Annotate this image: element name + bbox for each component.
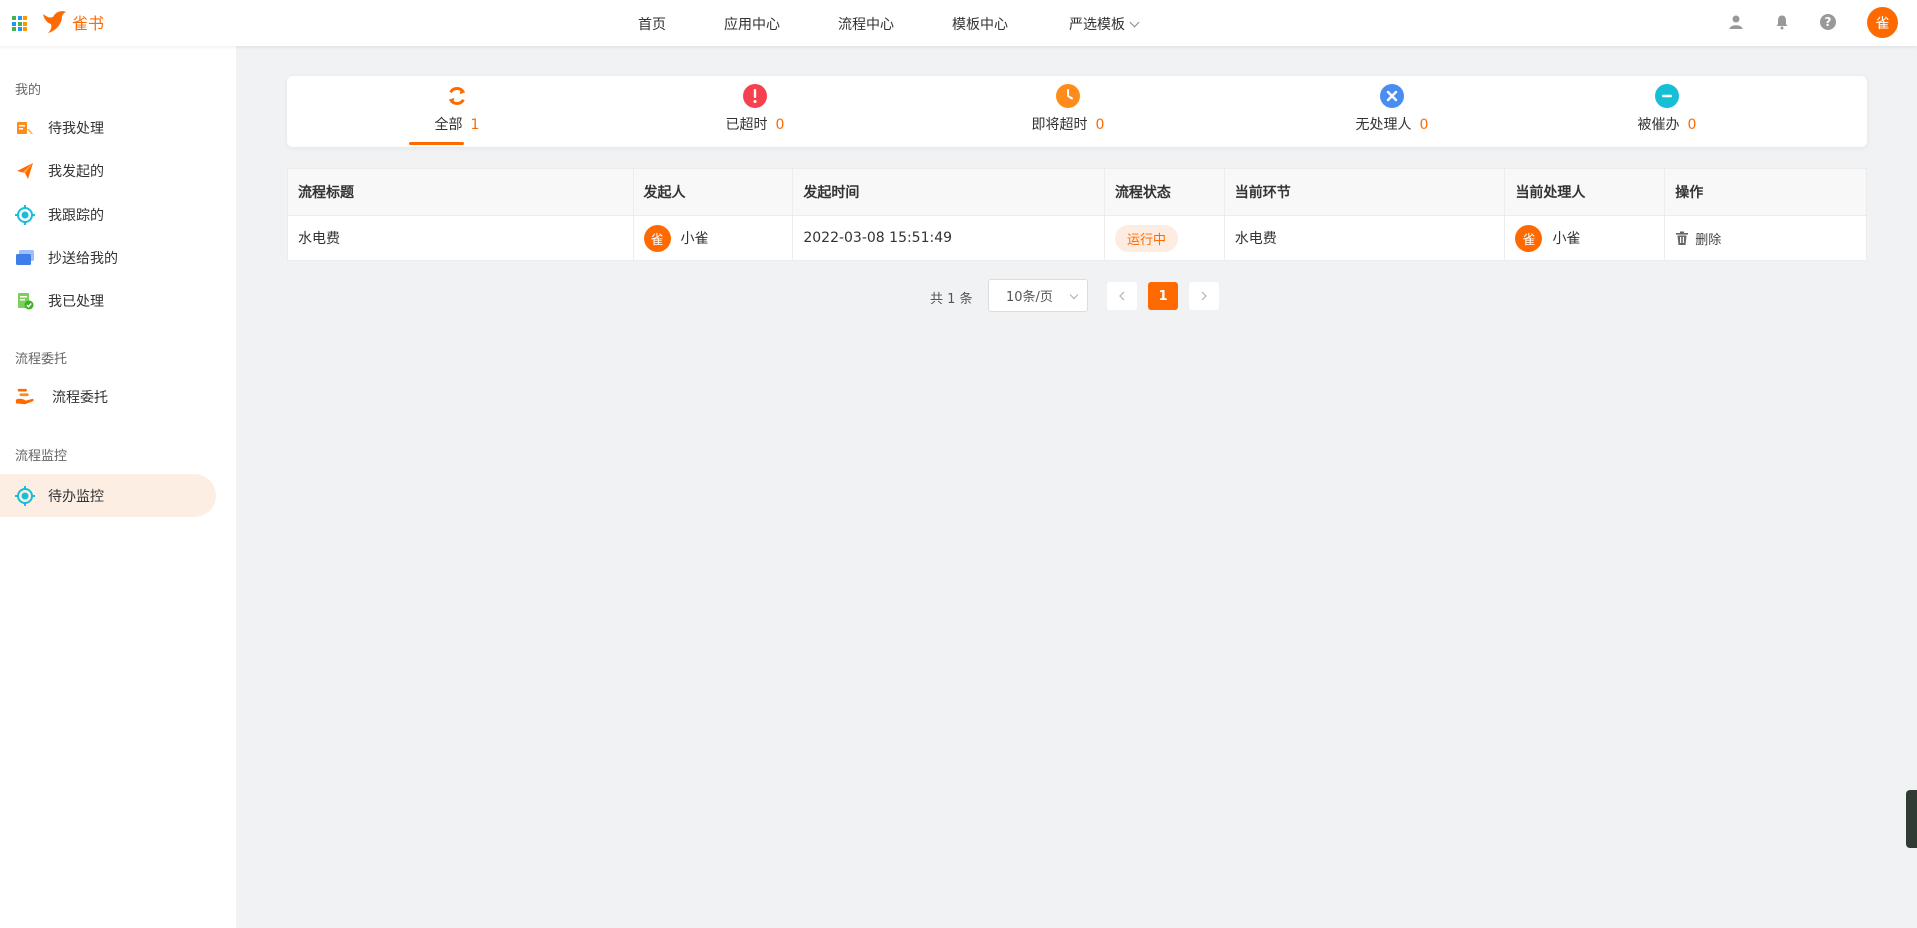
status-tabs: 全部 1 已超时 0 即将超时 0 无处理人 0 被催办 0 bbox=[287, 76, 1867, 147]
chevron-right-icon bbox=[1201, 291, 1207, 301]
handler-name: 小雀 bbox=[1552, 231, 1581, 247]
app-logo[interactable]: 雀书 bbox=[40, 6, 104, 38]
send-icon bbox=[15, 161, 35, 181]
help-icon[interactable]: ? bbox=[1818, 12, 1838, 32]
chevron-down-icon bbox=[1129, 17, 1140, 28]
column-header: 发起时间 bbox=[793, 169, 1105, 215]
cc-icon bbox=[15, 248, 35, 268]
sidebar: 我的 待我处理 我发起的 我跟踪的 抄送给我的 我已处理 流程委托 流程委托 流… bbox=[0, 46, 236, 928]
page-button-current[interactable]: 1 bbox=[1148, 282, 1178, 310]
sidebar-item-tracked[interactable]: 我跟踪的 bbox=[0, 193, 216, 236]
start-time: 2022-03-08 15:51:49 bbox=[793, 216, 1105, 260]
refresh-icon bbox=[445, 84, 469, 108]
status-badge: 运行中 bbox=[1114, 224, 1178, 252]
avatar: 雀 bbox=[643, 224, 671, 252]
sidebar-item-pending[interactable]: 待我处理 bbox=[0, 106, 216, 149]
sidebar-item-initiated[interactable]: 我发起的 bbox=[0, 149, 216, 192]
active-tab-indicator bbox=[409, 142, 464, 145]
tab-label: 即将超时 bbox=[1031, 117, 1088, 133]
table-row[interactable]: 水电费 雀 小雀 2022-03-08 15:51:49 运行中 水电费 雀 小… bbox=[288, 216, 1866, 260]
chevron-left-icon bbox=[1119, 291, 1125, 301]
app-name: 雀书 bbox=[72, 14, 105, 33]
sidebar-item-cc[interactable]: 抄送给我的 bbox=[0, 236, 216, 279]
nav-template-center[interactable]: 模板中心 bbox=[952, 14, 1008, 34]
sidebar-section-delegation: 流程委托 bbox=[15, 352, 68, 367]
delegate-icon bbox=[15, 387, 35, 407]
nav-process-center[interactable]: 流程中心 bbox=[838, 14, 894, 34]
status-cell: 运行中 bbox=[1105, 216, 1225, 260]
user-avatar[interactable]: 雀 bbox=[1867, 7, 1898, 38]
monitor-icon bbox=[15, 485, 35, 506]
tab-urged[interactable]: 被催办 0 bbox=[1617, 84, 1717, 144]
table-header: 流程标题 发起人 发起时间 流程状态 当前环节 当前处理人 操作 bbox=[288, 169, 1866, 216]
column-header: 流程标题 bbox=[288, 169, 634, 215]
tab-count: 0 bbox=[775, 117, 785, 133]
tab-all[interactable]: 全部 1 bbox=[407, 84, 507, 144]
sidebar-item-label: 流程委托 bbox=[52, 389, 108, 406]
total-count: 共 1 条 bbox=[930, 292, 973, 307]
column-header: 当前环节 bbox=[1225, 169, 1506, 215]
tab-count: 1 bbox=[470, 117, 480, 133]
tab-count: 0 bbox=[1419, 117, 1429, 133]
close-icon bbox=[1380, 84, 1404, 108]
trash-icon bbox=[1676, 231, 1689, 245]
delete-label: 删除 bbox=[1695, 232, 1722, 248]
tab-label: 无处理人 bbox=[1355, 117, 1412, 133]
user-icon[interactable] bbox=[1726, 12, 1746, 32]
side-panel-handle[interactable] bbox=[1906, 790, 1917, 848]
tab-label: 被催办 bbox=[1637, 117, 1680, 133]
clock-icon bbox=[1056, 84, 1080, 108]
target-icon bbox=[15, 204, 35, 225]
tab-label: 已超时 bbox=[725, 117, 768, 133]
avatar: 雀 bbox=[1515, 224, 1543, 252]
handler-cell: 雀 小雀 bbox=[1505, 216, 1666, 260]
nav-selected-templates-label: 严选模板 bbox=[1069, 17, 1125, 33]
nav-selected-templates[interactable]: 严选模板 bbox=[1069, 14, 1140, 34]
svg-text:?: ? bbox=[1825, 15, 1832, 29]
next-page-button[interactable] bbox=[1189, 282, 1219, 310]
prev-page-button[interactable] bbox=[1107, 282, 1137, 310]
column-header: 当前处理人 bbox=[1505, 169, 1666, 215]
tab-label: 全部 bbox=[434, 117, 463, 133]
column-header: 发起人 bbox=[634, 169, 794, 215]
bird-logo-icon bbox=[43, 11, 66, 33]
pagination: 共 1 条 10条/页 1 bbox=[0, 279, 1917, 312]
tab-count: 0 bbox=[1095, 117, 1105, 133]
action-cell: 删除 bbox=[1665, 216, 1866, 260]
sidebar-section-monitor: 流程监控 bbox=[15, 449, 68, 464]
page-size-select[interactable]: 10条/页 bbox=[988, 279, 1088, 312]
tab-count: 0 bbox=[1687, 117, 1697, 133]
sidebar-item-label: 我发起的 bbox=[48, 163, 104, 180]
minus-icon bbox=[1655, 84, 1679, 108]
sidebar-item-label: 我跟踪的 bbox=[48, 207, 104, 224]
top-bar: 雀书 首页 应用中心 流程中心 模板中心 严选模板 ? 雀 bbox=[0, 0, 1917, 46]
nav-home[interactable]: 首页 bbox=[638, 14, 666, 34]
column-header: 流程状态 bbox=[1105, 169, 1225, 215]
tab-due-soon[interactable]: 即将超时 0 bbox=[1013, 84, 1123, 144]
tab-no-handler[interactable]: 无处理人 0 bbox=[1337, 84, 1447, 144]
sidebar-item-label: 待我处理 bbox=[48, 120, 104, 137]
current-step: 水电费 bbox=[1225, 216, 1506, 260]
process-title[interactable]: 水电费 bbox=[288, 216, 634, 260]
sidebar-item-label: 待办监控 bbox=[48, 488, 104, 505]
initiator-name: 小雀 bbox=[680, 231, 709, 247]
initiator-cell: 雀 小雀 bbox=[634, 216, 794, 260]
todo-icon bbox=[15, 118, 35, 138]
sidebar-item-todo-monitor[interactable]: 待办监控 bbox=[0, 474, 216, 517]
nav-app-center[interactable]: 应用中心 bbox=[724, 14, 780, 34]
page-size-value: 10条/页 bbox=[1006, 290, 1053, 305]
delete-button[interactable]: 删除 bbox=[1675, 229, 1721, 248]
sidebar-item-delegation[interactable]: 流程委托 bbox=[0, 375, 216, 418]
tab-overdue[interactable]: 已超时 0 bbox=[705, 84, 805, 144]
app-grid-icon[interactable] bbox=[12, 16, 27, 31]
sidebar-section-mine: 我的 bbox=[15, 83, 42, 98]
process-table: 流程标题 发起人 发起时间 流程状态 当前环节 当前处理人 操作 水电费 雀 小… bbox=[287, 168, 1867, 261]
column-header: 操作 bbox=[1675, 185, 1704, 201]
chevron-down-icon bbox=[1069, 290, 1079, 300]
sidebar-item-label: 抄送给我的 bbox=[48, 250, 118, 267]
exclamation-icon bbox=[743, 84, 767, 108]
bell-icon[interactable] bbox=[1772, 12, 1792, 32]
